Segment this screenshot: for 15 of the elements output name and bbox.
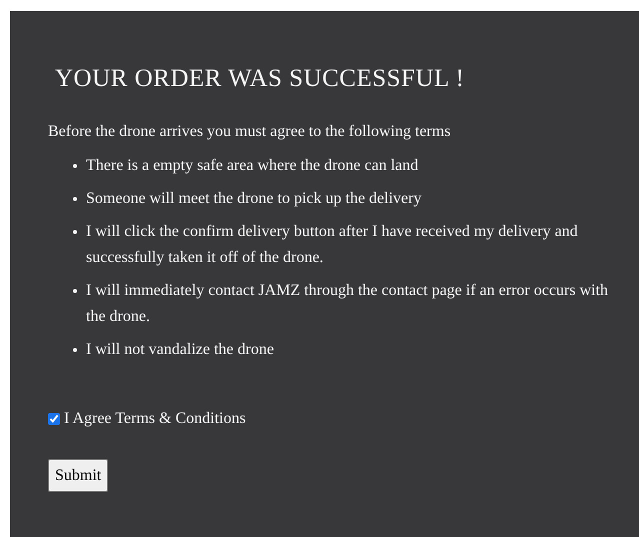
bullet-icon [73,289,77,294]
agree-label: I Agree Terms & Conditions [64,409,246,429]
submit-button[interactable]: Submit [48,459,108,492]
term-item: I will immediately contact JAMZ through the contact page if an error occurs with the drone. [86,281,610,327]
terms-intro: Before the drone arrives you must agree to the following terms [48,122,452,142]
page-heading: YOUR ORDER WAS SUCCESSFUL ! [55,64,466,94]
bullet-icon [73,230,77,234]
term-item: There is a empty safe area where the drone can land [86,156,418,176]
term-item: Someone will meet the drone to pick up the delivery [86,189,422,209]
bullet-icon [73,164,77,168]
term-item: I will not vandalize the drone [86,340,274,360]
agree-checkbox[interactable] [48,413,60,425]
bullet-icon [73,197,77,202]
term-item: I will click the confirm delivery button after I have received my delivery and successfully taken it off of the drone. [86,222,579,268]
bullet-icon [73,348,77,352]
